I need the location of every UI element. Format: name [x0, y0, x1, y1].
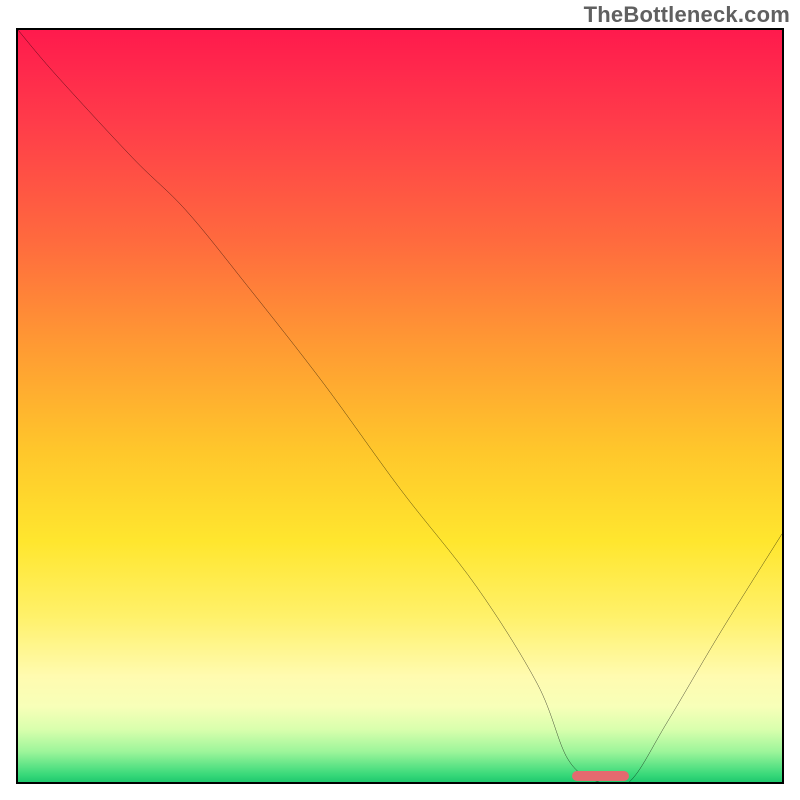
bottleneck-curve-path: [18, 30, 782, 782]
chart-container: TheBottleneck.com: [0, 0, 800, 800]
optimal-range-marker: [572, 771, 629, 781]
plot-area: [16, 28, 784, 784]
watermark-text: TheBottleneck.com: [584, 2, 790, 28]
curve-svg: [18, 30, 782, 782]
